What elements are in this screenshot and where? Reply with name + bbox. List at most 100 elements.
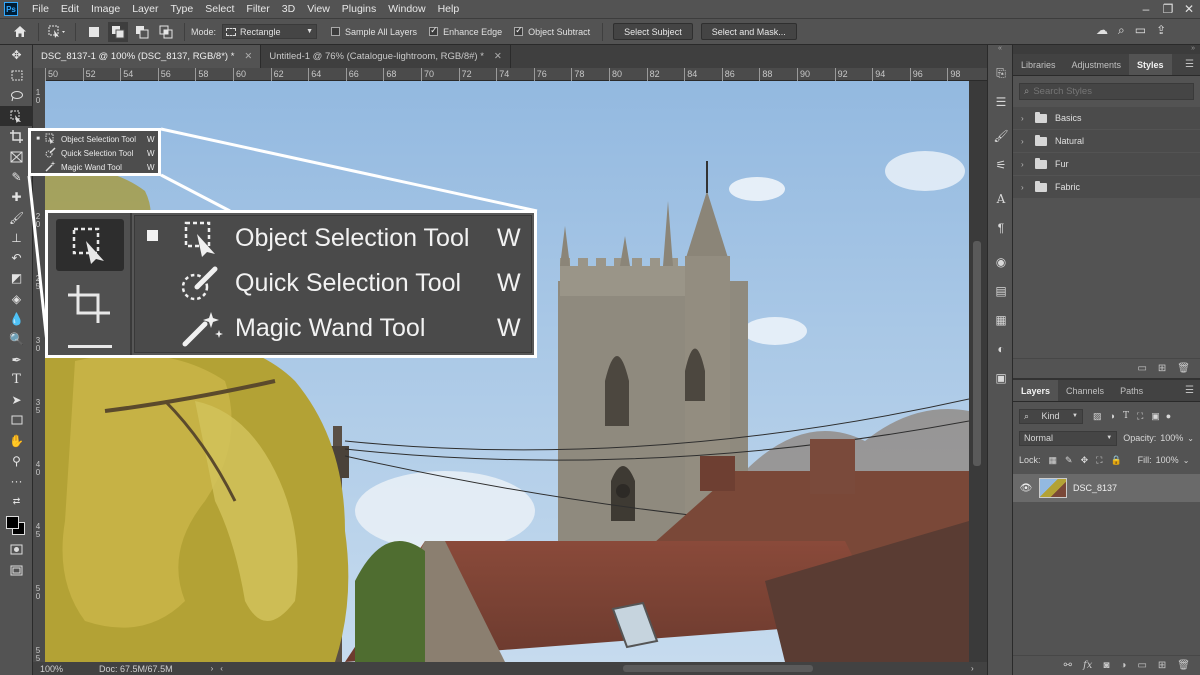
chevron-right-icon[interactable]: › [1021, 137, 1031, 146]
move-tool-icon[interactable]: ✥ [0, 45, 33, 65]
filter-type-icon[interactable]: T [1123, 411, 1129, 421]
folder-natural[interactable]: › Natural [1013, 130, 1200, 153]
vertical-scrollbar[interactable] [969, 81, 987, 662]
gradients-icon[interactable]: ▤ [988, 278, 1014, 304]
blur-tool-icon[interactable]: 💧 [0, 309, 33, 329]
path-selection-tool-icon[interactable]: ➤ [0, 390, 33, 410]
healing-brush-tool-icon[interactable]: ✚ [0, 187, 33, 207]
glyphs-panel-icon[interactable]: ▣ [988, 365, 1014, 391]
scroll-right-icon[interactable]: › [971, 664, 974, 673]
filter-smart-object-icon[interactable]: ▣ [1151, 411, 1160, 422]
select-and-mask-button[interactable]: Select and Mask... [700, 23, 797, 40]
layer-row[interactable]: 👁 DSC_8137 [1013, 474, 1200, 502]
zoom-tool-icon[interactable]: ⚲ [0, 451, 33, 471]
delete-icon[interactable]: 🗑 [1177, 363, 1190, 374]
home-icon[interactable] [10, 22, 30, 42]
menu-file[interactable]: File [26, 0, 55, 18]
lasso-tool-icon[interactable] [0, 86, 33, 106]
chevron-right-icon[interactable]: › [211, 664, 214, 673]
rectangle-tool-icon[interactable] [0, 410, 33, 430]
brushes-icon[interactable]: ⚟ [988, 152, 1014, 178]
screen-mode-icon[interactable] [0, 560, 33, 580]
scroll-thumb[interactable] [973, 241, 981, 466]
chevron-right-icon[interactable]: › [1021, 160, 1031, 169]
history-panel-icon[interactable]: ⎘ [988, 60, 1014, 86]
foreground-color-swatch[interactable] [6, 515, 19, 529]
lock-transparent-icon[interactable]: ▦ [1049, 455, 1058, 466]
history-brush-tool-icon[interactable]: ↶ [0, 248, 33, 268]
brush-settings-icon[interactable]: 🖌 [988, 123, 1014, 149]
clone-stamp-tool-icon[interactable]: ⊥ [0, 228, 33, 248]
folder-fur[interactable]: › Fur [1013, 153, 1200, 176]
close-tab-icon[interactable]: ✕ [494, 51, 502, 62]
add-to-selection-icon[interactable] [108, 21, 128, 42]
menu-plugins[interactable]: Plugins [336, 0, 382, 18]
layer-name[interactable]: DSC_8137 [1073, 483, 1117, 493]
lock-position-icon[interactable]: ✥ [1081, 455, 1089, 466]
chevron-down-icon[interactable]: ⌄ [1187, 434, 1194, 443]
new-group-icon[interactable]: ▭ [1137, 660, 1146, 671]
eraser-tool-icon[interactable]: ◩ [0, 268, 33, 288]
fill-value[interactable]: 100% [1156, 455, 1179, 465]
filter-shape-icon[interactable]: ⛶ [1137, 411, 1143, 422]
menu-layer[interactable]: Layer [126, 0, 164, 18]
menu-image[interactable]: Image [85, 0, 126, 18]
dodge-tool-icon[interactable]: 🔍 [0, 329, 33, 349]
sample-all-layers-checkbox[interactable]: Sample All Layers [331, 27, 417, 37]
minimize-icon[interactable]: – [1135, 0, 1157, 18]
panel-menu-icon[interactable]: ☰ [1185, 59, 1194, 70]
character-panel-icon[interactable]: A [988, 186, 1014, 212]
opacity-value[interactable]: 100% [1160, 433, 1183, 443]
quick-mask-icon[interactable] [0, 540, 33, 560]
folder-fabric[interactable]: › Fabric [1013, 176, 1200, 199]
document-canvas[interactable] [45, 81, 969, 662]
delete-icon[interactable]: 🗑 [1177, 660, 1190, 671]
patterns-icon[interactable]: ▦ [988, 307, 1014, 333]
zoomed-item-object-selection[interactable]: Object Selection Tool W [135, 216, 531, 261]
cc-libraries-icon[interactable]: ◉ [988, 249, 1014, 275]
menu-edit[interactable]: Edit [55, 0, 85, 18]
panel-menu-icon[interactable]: ☰ [1185, 385, 1194, 396]
new-selection-icon[interactable] [84, 22, 104, 42]
ruler-origin[interactable] [33, 68, 45, 81]
lock-artboard-icon[interactable]: ⛶ [1096, 455, 1102, 466]
swap-colors-icon[interactable]: ⇄ [0, 492, 33, 512]
filter-toggle-icon[interactable]: ● [1166, 411, 1171, 421]
menu-window[interactable]: Window [382, 0, 431, 18]
new-style-icon[interactable]: ⊞ [1158, 363, 1166, 374]
collapse-arrows-icon[interactable]: » [1013, 45, 1200, 54]
close-icon[interactable]: ✕ [1178, 0, 1200, 18]
styles-search-input[interactable] [1033, 86, 1174, 97]
properties-panel-icon[interactable]: ☰ [988, 89, 1014, 115]
color-panel-icon[interactable]: ◐ [988, 336, 1014, 362]
new-group-icon[interactable]: ▭ [1137, 363, 1146, 374]
folder-basics[interactable]: › Basics [1013, 107, 1200, 130]
type-tool-icon[interactable]: T [0, 370, 33, 390]
tab-libraries[interactable]: Libraries [1013, 54, 1064, 75]
mode-select[interactable]: Rectangle ▼ [222, 24, 318, 39]
chevron-down-icon[interactable]: ⌄ [1183, 456, 1190, 465]
collapse-arrows-icon[interactable]: « [988, 45, 1012, 57]
layer-style-icon[interactable]: fx [1083, 660, 1092, 671]
new-layer-icon[interactable]: ⊞ [1158, 660, 1166, 671]
menu-view[interactable]: View [301, 0, 336, 18]
object-subtract-checkbox[interactable]: Object Subtract [514, 25, 590, 37]
menu-help[interactable]: Help [432, 0, 466, 18]
flyout-item-quick-selection[interactable]: Quick Selection Tool W [31, 146, 158, 160]
paragraph-panel-icon[interactable]: ¶ [988, 215, 1014, 241]
tab-adjustments[interactable]: Adjustments [1064, 54, 1130, 75]
menu-filter[interactable]: Filter [240, 0, 275, 18]
styles-search[interactable]: ⌕ [1019, 83, 1194, 100]
menu-3d[interactable]: 3D [276, 0, 301, 18]
add-mask-icon[interactable]: ◙ [1103, 660, 1109, 671]
flyout-item-object-selection[interactable]: ■ Object Selection Tool W [31, 132, 158, 146]
enhance-edge-checkbox[interactable]: Enhance Edge [429, 25, 502, 37]
share-icon[interactable]: ⇪ [1156, 23, 1166, 38]
tab-styles[interactable]: Styles [1129, 54, 1172, 75]
lock-image-icon[interactable]: ✎ [1065, 455, 1073, 466]
adjustment-layer-icon[interactable]: ◑ [1120, 660, 1126, 671]
filter-adjustment-icon[interactable]: ◑ [1110, 411, 1115, 421]
close-tab-icon[interactable]: ✕ [244, 51, 252, 62]
more-tools-icon[interactable]: ··· [0, 471, 33, 491]
tab-paths[interactable]: Paths [1112, 380, 1151, 401]
